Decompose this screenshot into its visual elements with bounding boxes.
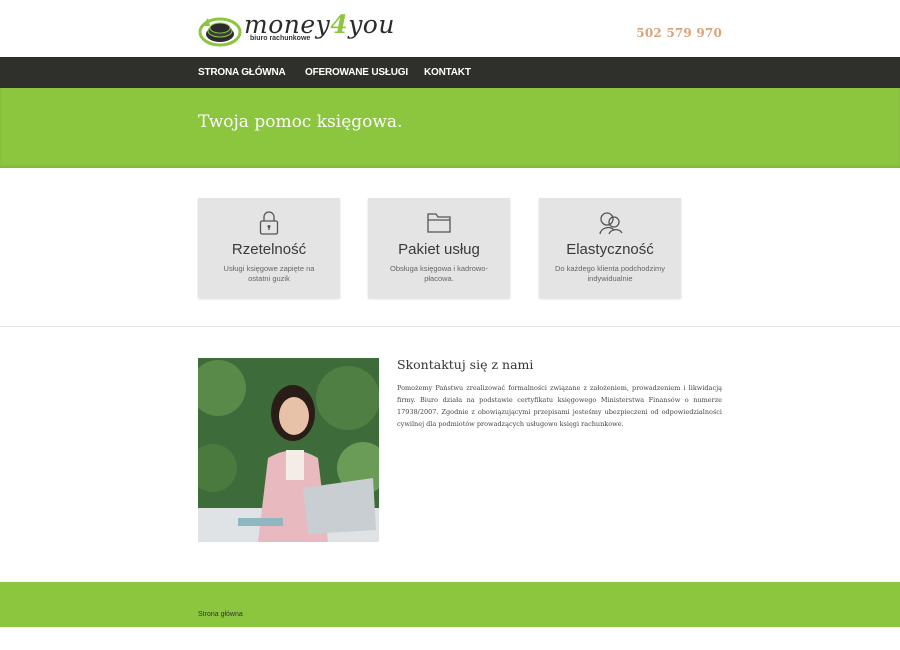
feature-card-desc: Do każdego klienta podchodzimy indywidua… [554, 264, 666, 283]
feature-card-title: Pakiet usług [398, 241, 480, 258]
site-header: money4you biuro rachunkowe 502 579 970 [0, 0, 900, 57]
logo-subtitle: biuro rachunkowe [250, 35, 311, 42]
contact-text: Pomożemy Państwu zrealizować formalności… [397, 384, 722, 428]
feature-card-title: Elastyczność [566, 241, 654, 258]
feature-card-desc: Obsługa księgowa i kadrowo-płacowa. [390, 264, 488, 283]
logo-coins-icon [198, 17, 242, 47]
lock-icon [259, 211, 279, 235]
nav-item-home[interactable]: STRONA GŁÓWNA [198, 67, 286, 78]
contact-photo [198, 358, 379, 542]
feature-card-desc: Usługi księgowe zapięte na ostatni guzik [223, 264, 315, 283]
feature-card-title: Rzetelność [231, 241, 307, 258]
feature-card-reliability[interactable]: Rzetelność Usługi księgowe zapięte na os… [198, 198, 340, 298]
contact-section: Skontaktuj się z nami Pomożemy Państwu z… [0, 328, 900, 582]
nav-item-contact[interactable]: KONTAKT [424, 67, 471, 78]
phone-number[interactable]: 502 579 970 [636, 26, 722, 40]
feature-card-flexibility[interactable]: Elastyczność Do każdego klienta podchodz… [539, 198, 681, 298]
main-nav: STRONA GŁÓWNA OFEROWANE USŁUGI KONTAKT [0, 57, 900, 88]
feature-card-services[interactable]: Pakiet usług Obsługa księgowa i kadrowo-… [368, 198, 510, 298]
logo[interactable]: money4you biuro rachunkowe [198, 12, 394, 48]
hero-banner: Twoja pomoc księgowa. [0, 88, 900, 168]
nav-item-services[interactable]: OFEROWANE USŁUGI [305, 67, 408, 78]
hero-title: Twoja pomoc księgowa. [198, 112, 403, 132]
footer-link-home[interactable]: Strona główna [198, 611, 243, 618]
site-footer: Strona główna [0, 582, 900, 627]
contact-title: Skontaktuj się z nami [397, 357, 534, 372]
users-icon [599, 212, 623, 235]
features-section: Rzetelność Usługi księgowe zapięte na os… [0, 168, 900, 327]
folder-icon [427, 213, 451, 233]
